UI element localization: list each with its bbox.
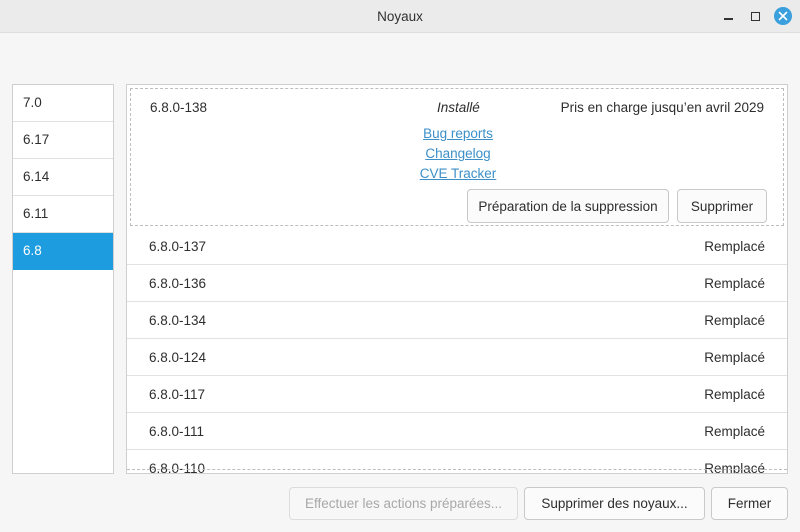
remove-button[interactable]: Supprimer xyxy=(677,189,767,223)
changelog-link[interactable]: Changelog xyxy=(131,146,785,161)
cve-tracker-link[interactable]: CVE Tracker xyxy=(131,166,785,181)
bug-reports-link[interactable]: Bug reports xyxy=(131,126,785,141)
close-window-button[interactable] xyxy=(773,6,793,26)
kernel-status: Remplacé xyxy=(704,387,765,402)
kernel-version: 6.8.0-137 xyxy=(149,239,207,254)
apply-prepared-actions-button[interactable]: Effectuer les actions préparées... xyxy=(289,487,518,520)
table-row[interactable]: 6.8.0-110 Remplacé xyxy=(127,450,787,474)
kernel-version: 6.8.0-134 xyxy=(149,313,207,328)
kernel-row-expanded[interactable]: 6.8.0-138 Installé Pris en charge jusqu’… xyxy=(130,88,784,226)
table-row[interactable]: 6.8.0-136 Remplacé xyxy=(127,265,787,302)
kernel-status: Remplacé xyxy=(704,461,765,474)
sidebar-item-6-17[interactable]: 6.17 xyxy=(13,122,113,159)
maximize-button[interactable] xyxy=(745,6,765,26)
kernel-status: Remplacé xyxy=(704,276,765,291)
sidebar-item-6-8[interactable]: 6.8 xyxy=(13,233,113,270)
table-row[interactable]: 6.8.0-134 Remplacé xyxy=(127,302,787,339)
table-row[interactable]: 6.8.0-137 Remplacé xyxy=(127,228,787,265)
close-button[interactable]: Fermer xyxy=(711,487,788,520)
minimize-icon xyxy=(723,12,733,20)
kernel-version: 6.8.0-124 xyxy=(149,350,207,365)
close-icon xyxy=(774,7,792,25)
kernel-version: 6.8.0-111 xyxy=(149,424,205,439)
sidebar-item-6-14[interactable]: 6.14 xyxy=(13,159,113,196)
kernel-status: Remplacé xyxy=(704,350,765,365)
table-row[interactable]: 6.8.0-117 Remplacé xyxy=(127,376,787,413)
sidebar-item-7-0[interactable]: 7.0 xyxy=(13,85,113,122)
table-row[interactable]: 6.8.0-111 Remplacé xyxy=(127,413,787,450)
kernel-status: Remplacé xyxy=(704,424,765,439)
kernel-series-list: 7.0 6.17 6.14 6.11 6.8 xyxy=(12,84,114,474)
kernel-status: Remplacé xyxy=(704,239,765,254)
kernel-status: Installé xyxy=(437,100,480,115)
sidebar-item-6-11[interactable]: 6.11 xyxy=(13,196,113,233)
kernel-version: 6.8.0-117 xyxy=(149,387,206,402)
kernel-list: 6.8.0-138 Installé Pris en charge jusqu’… xyxy=(126,84,788,474)
window-title: Noyaux xyxy=(377,9,423,24)
kernel-version: 6.8.0-110 xyxy=(149,461,206,474)
kernel-version: 6.8.0-138 xyxy=(150,100,208,115)
title-bar: Noyaux xyxy=(0,0,800,33)
table-row[interactable]: 6.8.0-124 Remplacé xyxy=(127,339,787,376)
remove-kernels-button[interactable]: Supprimer des noyaux... xyxy=(524,487,705,520)
prepare-removal-button[interactable]: Préparation de la suppression xyxy=(467,189,669,223)
scroll-edge-indicator xyxy=(127,469,787,470)
kernel-support-period: Pris en charge jusqu’en avril 2029 xyxy=(560,100,764,115)
minimize-button[interactable] xyxy=(718,6,738,26)
maximize-icon xyxy=(750,11,760,21)
kernel-version: 6.8.0-136 xyxy=(149,276,207,291)
kernel-status: Remplacé xyxy=(704,313,765,328)
